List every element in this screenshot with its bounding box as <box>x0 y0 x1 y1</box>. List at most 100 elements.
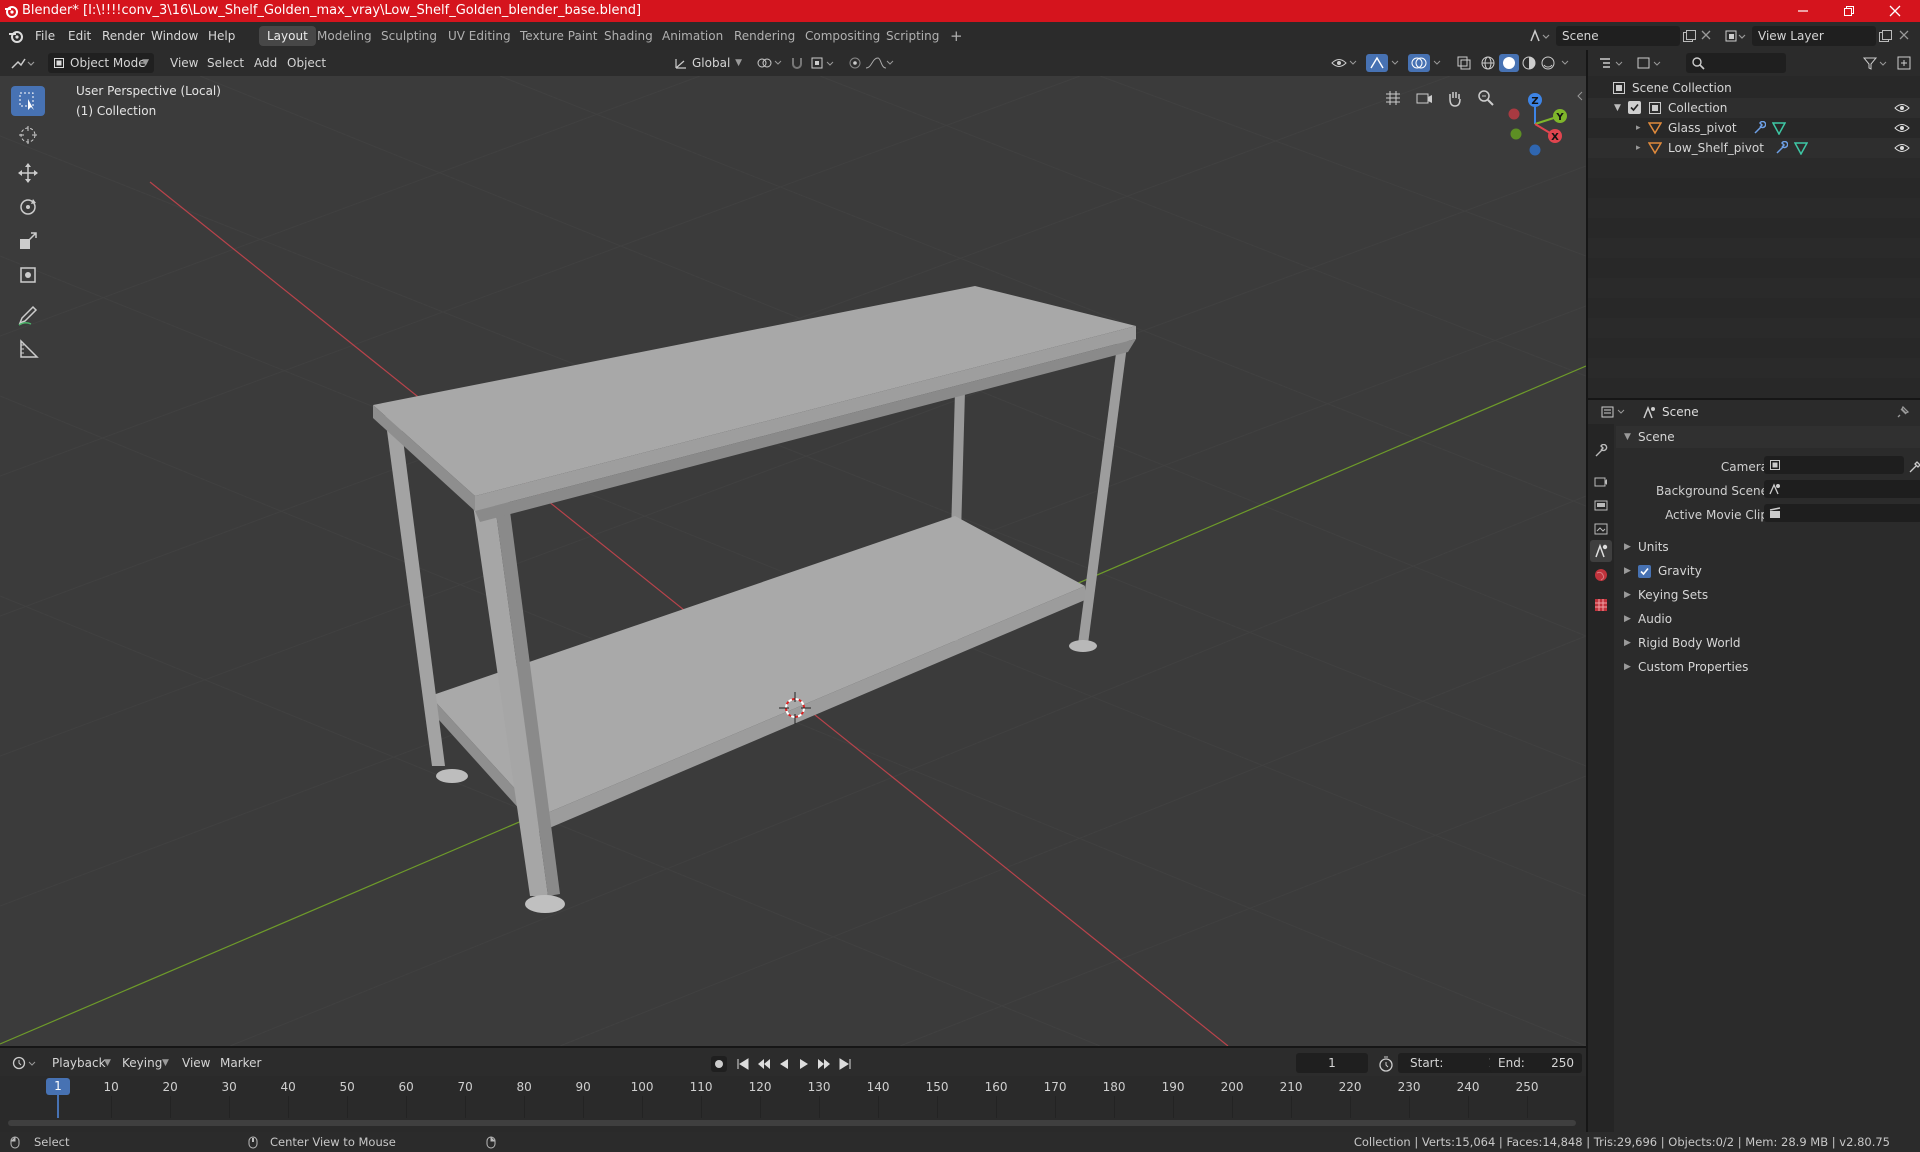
outliner-row-low-shelf-pivot[interactable]: ▸ Low_Shelf_pivot <box>1588 138 1920 158</box>
close-icon[interactable] <box>1872 0 1918 22</box>
wireframe-shading-icon[interactable] <box>1480 55 1496 71</box>
add-workspace-button[interactable]: + <box>942 26 971 46</box>
menu-window[interactable]: Window <box>145 27 204 45</box>
object-mode-dropdown[interactable]: Object Mode ▼ <box>48 53 154 73</box>
outliner-row-glass-pivot[interactable]: ▸ Glass_pivot <box>1588 118 1920 138</box>
xray-toggle-icon[interactable] <box>1456 55 1472 71</box>
eye-icon[interactable] <box>1894 142 1910 154</box>
viewport-menu-select[interactable]: Select <box>201 53 250 73</box>
eyedropper-icon[interactable] <box>1908 460 1920 474</box>
remove-scene-icon[interactable] <box>1700 29 1712 41</box>
mesh-data-icon[interactable] <box>1794 141 1808 155</box>
keying-sets-panel-header[interactable]: ▶ Keying Sets <box>1616 584 1920 606</box>
remove-view-layer-icon[interactable] <box>1898 29 1910 41</box>
eye-icon[interactable] <box>1894 122 1910 134</box>
scene-properties-tab-icon[interactable] <box>1590 540 1612 562</box>
scene-icon[interactable] <box>1528 28 1550 44</box>
gravity-checkbox[interactable] <box>1638 565 1651 578</box>
ortho-toggle-icon[interactable] <box>1383 88 1403 108</box>
overlays-dropdown-icon[interactable] <box>1432 55 1444 71</box>
filter-icon[interactable] <box>1862 55 1890 71</box>
navigation-gizmo[interactable]: Z Y X <box>1500 86 1570 162</box>
tab-modeling[interactable]: Modeling <box>309 26 380 46</box>
output-tab-icon[interactable] <box>1594 498 1608 512</box>
material-shading-icon[interactable] <box>1521 55 1537 71</box>
tab-rendering[interactable]: Rendering <box>726 26 803 46</box>
cursor-tool[interactable] <box>11 120 45 150</box>
rotate-tool[interactable] <box>11 192 45 222</box>
exclude-checkbox[interactable] <box>1628 101 1641 114</box>
camera-view-icon[interactable] <box>1414 88 1434 108</box>
scene-name-field[interactable]: Scene <box>1556 26 1680 46</box>
gizmo-toggle-icon[interactable] <box>1366 54 1388 72</box>
background-scene-field[interactable] <box>1764 480 1920 498</box>
view-layer-icon[interactable] <box>1724 28 1746 44</box>
viewport-menu-add[interactable]: Add <box>248 53 283 73</box>
3d-viewport[interactable]: User Perspective (Local) (1) Collection … <box>0 76 1586 1046</box>
modifier-wrench-icon[interactable] <box>1774 141 1788 155</box>
area-separator[interactable] <box>1588 398 1920 400</box>
texture-tab-icon[interactable] <box>1594 598 1608 612</box>
minimize-icon[interactable] <box>1780 0 1826 22</box>
scene-panel-header[interactable]: ▼ Scene <box>1616 426 1920 448</box>
new-view-layer-icon[interactable] <box>1878 29 1892 43</box>
tab-compositing[interactable]: Compositing <box>797 26 888 46</box>
menu-file[interactable]: File <box>29 27 61 45</box>
proportional-editing-icon[interactable] <box>848 55 894 71</box>
units-panel-header[interactable]: ▶ Units <box>1616 536 1920 558</box>
outliner-search-input[interactable] <box>1686 53 1786 73</box>
zoom-icon[interactable] <box>1476 88 1496 108</box>
area-separator[interactable] <box>1586 50 1588 1132</box>
tool-tab-icon[interactable] <box>1594 444 1608 458</box>
render-tab-icon[interactable] <box>1594 474 1608 488</box>
eye-icon[interactable] <box>1894 102 1910 114</box>
shading-dropdown-icon[interactable] <box>1560 55 1572 71</box>
timeline-scrollbar[interactable] <box>8 1120 1576 1126</box>
playhead-frame-badge[interactable]: 1 <box>46 1078 70 1095</box>
tab-layout[interactable]: Layout <box>259 26 316 46</box>
tab-sculpting[interactable]: Sculpting <box>373 26 445 46</box>
overlays-toggle-icon[interactable] <box>1408 54 1430 72</box>
audio-panel-header[interactable]: ▶ Audio <box>1616 608 1920 630</box>
visibility-icon[interactable] <box>1330 55 1360 71</box>
move-tool[interactable] <box>11 158 45 188</box>
gravity-panel-header[interactable]: ▶ Gravity <box>1616 560 1920 582</box>
pin-icon[interactable] <box>1896 405 1910 419</box>
annotate-tool[interactable] <box>11 300 45 330</box>
playhead-line[interactable] <box>57 1092 59 1118</box>
transform-tool[interactable] <box>11 260 45 290</box>
pivot-point-icon[interactable] <box>756 56 784 70</box>
tab-animation[interactable]: Animation <box>654 26 731 46</box>
transform-orientation-dropdown[interactable]: Global ▼ <box>670 53 746 73</box>
outliner-editor-type-icon[interactable] <box>1598 55 1626 71</box>
tab-shading[interactable]: Shading <box>596 26 661 46</box>
editor-type-icon[interactable] <box>10 55 36 71</box>
modifier-wrench-icon[interactable] <box>1752 121 1766 135</box>
blender-menu-icon[interactable] <box>8 28 24 44</box>
solid-shading-icon[interactable] <box>1499 54 1519 72</box>
tab-texture-paint[interactable]: Texture Paint <box>512 26 605 46</box>
world-tab-icon[interactable] <box>1594 568 1608 582</box>
viewport-menu-object[interactable]: Object <box>281 53 332 73</box>
collapse-arrow-icon[interactable]: ▼ <box>1614 98 1621 118</box>
view-layer-field[interactable]: View Layer <box>1752 26 1876 46</box>
display-mode-icon[interactable] <box>1636 55 1664 71</box>
menu-help[interactable]: Help <box>202 27 241 45</box>
viewport-menu-view[interactable]: View <box>164 53 204 73</box>
mesh-data-icon[interactable] <box>1772 121 1786 135</box>
scale-tool[interactable] <box>11 226 45 256</box>
new-scene-icon[interactable] <box>1682 29 1696 43</box>
properties-editor-type-icon[interactable] <box>1600 405 1628 419</box>
tab-uv-editing[interactable]: UV Editing <box>440 26 519 46</box>
menu-render[interactable]: Render <box>96 27 151 45</box>
expand-arrow-icon[interactable]: ▸ <box>1636 138 1641 158</box>
tab-scripting[interactable]: Scripting <box>878 26 947 46</box>
gizmo-dropdown-icon[interactable] <box>1390 55 1402 71</box>
new-collection-icon[interactable] <box>1896 55 1912 71</box>
outliner-row-scene-collection[interactable]: Scene Collection <box>1588 78 1920 98</box>
rendered-shading-icon[interactable] <box>1540 55 1556 71</box>
restore-icon[interactable] <box>1826 0 1872 22</box>
select-box-tool[interactable] <box>11 86 45 116</box>
view-layer-tab-icon[interactable] <box>1594 522 1608 536</box>
pan-hand-icon[interactable] <box>1445 88 1465 108</box>
